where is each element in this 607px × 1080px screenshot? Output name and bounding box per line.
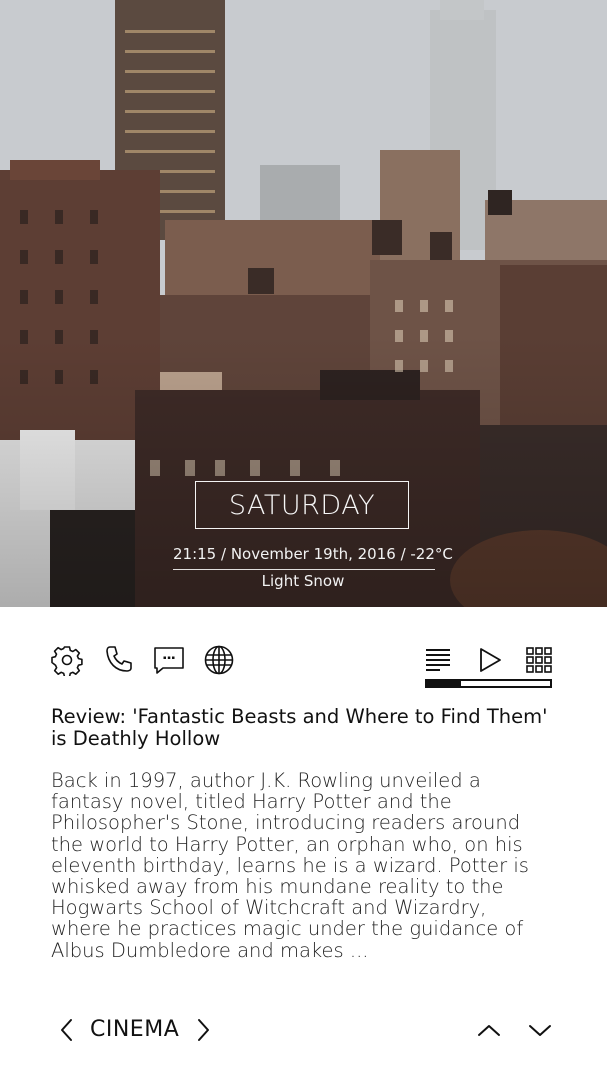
toolbar: [0, 607, 607, 697]
app-screen: SATURDAY 21:15 / November 19th, 2016 / -…: [0, 0, 607, 1080]
article-body: Back in 1997, author J.K. Rowling unveil…: [51, 769, 529, 962]
chevron-down-icon[interactable]: [527, 1017, 553, 1043]
list-icon[interactable]: [421, 643, 455, 677]
hero-photo: SATURDAY 21:15 / November 19th, 2016 / -…: [0, 0, 607, 607]
weather-condition: Light Snow: [261, 572, 345, 590]
chevron-left-icon[interactable]: [54, 1017, 80, 1043]
phone-icon[interactable]: [102, 643, 136, 677]
day-label: SATURDAY: [195, 481, 409, 529]
category-label[interactable]: CINEMA: [90, 1017, 179, 1043]
article-title[interactable]: Review: 'Fantastic Beasts and Where to F…: [51, 706, 561, 750]
globe-icon[interactable]: [202, 643, 236, 677]
message-icon[interactable]: [152, 643, 186, 677]
play-icon[interactable]: [473, 643, 507, 677]
grid-icon[interactable]: [522, 643, 556, 677]
bottom-nav: CINEMA: [0, 1005, 607, 1055]
time-date-temperature: 21:15 / November 19th, 2016 / -22°C: [173, 545, 453, 570]
chevron-right-icon[interactable]: [190, 1017, 216, 1043]
progress-bar-fill: [427, 681, 462, 686]
gear-icon[interactable]: [50, 643, 84, 677]
chevron-up-icon[interactable]: [476, 1017, 502, 1043]
progress-bar[interactable]: [425, 679, 552, 688]
